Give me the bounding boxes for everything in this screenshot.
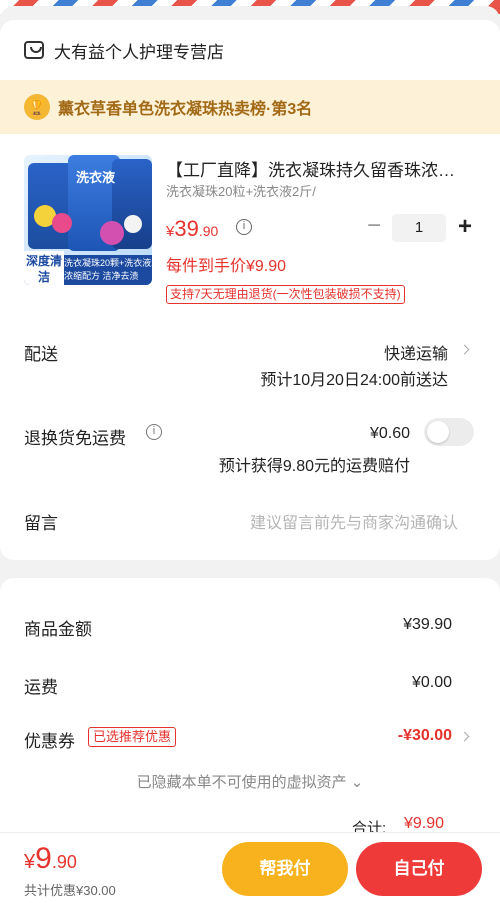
coupon-tag: 已选推荐优惠 — [88, 727, 177, 747]
hidden-assets-text: 已隐藏本单不可使用的虚拟资产 — [136, 774, 347, 791]
product-thumbnail[interactable]: 洗衣液 深度清洁 洗衣凝珠20颗+洗衣液2斤 浓缩配方 洁净去渍 — [24, 155, 152, 285]
checkout-decimal: .90 — [51, 852, 77, 872]
total-value: ¥9.90 — [404, 815, 445, 832]
goods-amount-label: 商品金额 — [24, 620, 92, 639]
thumb-tagline: 洗衣凝珠20颗+洗衣液2斤 浓缩配方 洁净去渍 — [64, 257, 152, 283]
thumb-brand: 洗衣液 — [76, 170, 116, 185]
return-policy-tag: 支持7天无理由退货(一次性包装破损不支持) — [166, 285, 405, 304]
product-price: ¥ 39 .90 — [166, 216, 218, 242]
thumb-line2: 浓缩配方 洁净去渍 — [64, 271, 139, 281]
rank-text: 薰衣草香单色洗衣凝珠热卖榜·第3名 — [58, 101, 313, 118]
hidden-assets-toggle[interactable]: 已隐藏本单不可使用的虚拟资产 ⌄ — [0, 771, 500, 792]
insurance-price: ¥0.60 — [369, 425, 410, 442]
insurance-note: 预计获得9.80元的运费赔付 — [218, 458, 410, 475]
help-me-pay-button[interactable]: 帮我付 — [222, 842, 348, 896]
coupon-value[interactable]: -¥30.00 — [398, 727, 452, 745]
thumb-deep-clean: 深度清洁 — [24, 251, 64, 285]
pod-white — [124, 215, 142, 233]
thumb-line1: 洗衣凝珠20颗+洗衣液2斤 — [64, 258, 152, 268]
price-decimal: .90 — [198, 223, 219, 239]
quantity-input[interactable]: 1 — [392, 214, 446, 242]
checkout-currency: ¥ — [24, 851, 36, 873]
store-icon — [24, 41, 44, 59]
message-label: 留言 — [24, 514, 58, 533]
price-integer: 39 — [174, 216, 199, 241]
chevron-down-icon: ⌄ — [350, 774, 364, 791]
price-currency: ¥ — [166, 223, 175, 240]
pay-myself-button[interactable]: 自己付 — [356, 842, 482, 896]
goods-amount-value: ¥39.90 — [403, 616, 452, 633]
shipping-fee-value: ¥0.00 — [411, 674, 452, 691]
coupon-label: 优惠券 — [24, 732, 75, 751]
quantity-increase-button[interactable]: + — [454, 214, 476, 240]
unit-price: 每件到手价¥9.90 — [166, 258, 287, 275]
checkout-price: ¥ 9 .90 — [24, 842, 77, 876]
pod-magenta — [100, 221, 124, 245]
insurance-info-icon[interactable]: i — [146, 424, 162, 440]
delivery-method[interactable]: 快递运输 — [384, 340, 448, 364]
shipping-fee-label: 运费 — [24, 678, 58, 697]
price-info-icon[interactable]: i — [236, 219, 252, 235]
product-spec[interactable]: 洗衣凝珠20粒+洗衣液2斤/ — [166, 181, 316, 200]
quantity-decrease-button[interactable]: − — [364, 214, 384, 238]
product-title[interactable]: 【工厂直降】洗衣凝珠持久留香珠浓… — [166, 156, 476, 181]
delivery-eta: 预计10月20日24:00前送达 — [260, 372, 448, 389]
airmail-mask — [0, 6, 500, 20]
checkout-integer: 9 — [35, 842, 52, 875]
message-input[interactable]: 建议留言前先与商家沟通确认 — [250, 509, 458, 533]
trophy-icon: 🏆 — [24, 94, 50, 120]
checkout-discount: 共计优惠¥30.00 — [24, 883, 116, 898]
rank-banner[interactable]: 🏆 薰衣草香单色洗衣凝珠热卖榜·第3名 — [0, 80, 500, 134]
delivery-label: 配送 — [24, 345, 58, 364]
shop-name: 大有益个人护理专营店 — [54, 42, 224, 62]
return-insurance-label: 退换货免运费 — [24, 429, 126, 448]
insurance-toggle[interactable] — [424, 418, 474, 446]
pod-pink — [52, 213, 72, 233]
shop-header[interactable]: 大有益个人护理专营店 — [0, 20, 500, 80]
